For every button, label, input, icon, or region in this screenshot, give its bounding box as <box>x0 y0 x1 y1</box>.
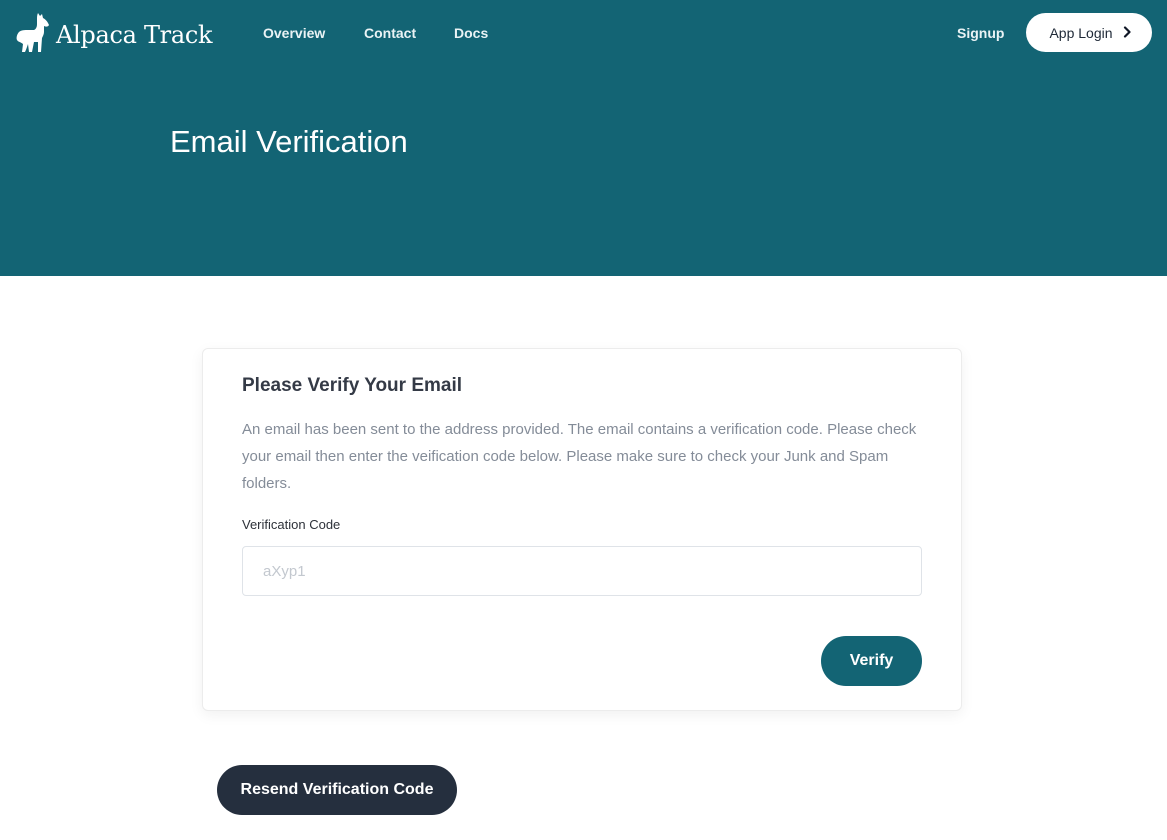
resend-code-button[interactable]: Resend Verification Code <box>217 765 457 815</box>
verification-code-label: Verification Code <box>242 517 341 532</box>
app-login-button[interactable]: App Login <box>1026 13 1152 52</box>
hero-header: Alpaca Track Overview Contact Docs Signu… <box>0 0 1167 276</box>
nav-item-overview[interactable]: Overview <box>263 24 364 42</box>
main-nav: Overview Contact Docs <box>263 24 494 42</box>
verify-button[interactable]: Verify <box>821 636 922 686</box>
card-description: An email has been sent to the address pr… <box>242 421 917 492</box>
signup-link[interactable]: Signup <box>957 24 1004 42</box>
verification-code-input[interactable] <box>242 546 922 596</box>
chevron-right-icon <box>1123 25 1131 41</box>
verification-card: Please Verify Your Email An email has be… <box>202 348 962 711</box>
nav-item-contact[interactable]: Contact <box>364 24 454 42</box>
card-title: Please Verify Your Email <box>242 375 463 396</box>
brand-logo-link[interactable]: Alpaca Track <box>16 12 213 54</box>
app-login-label: App Login <box>1049 24 1113 41</box>
alpaca-icon <box>16 12 52 54</box>
brand-name: Alpaca Track <box>56 21 213 49</box>
page-title: Email Verification <box>170 124 408 159</box>
nav-item-docs[interactable]: Docs <box>454 24 494 42</box>
